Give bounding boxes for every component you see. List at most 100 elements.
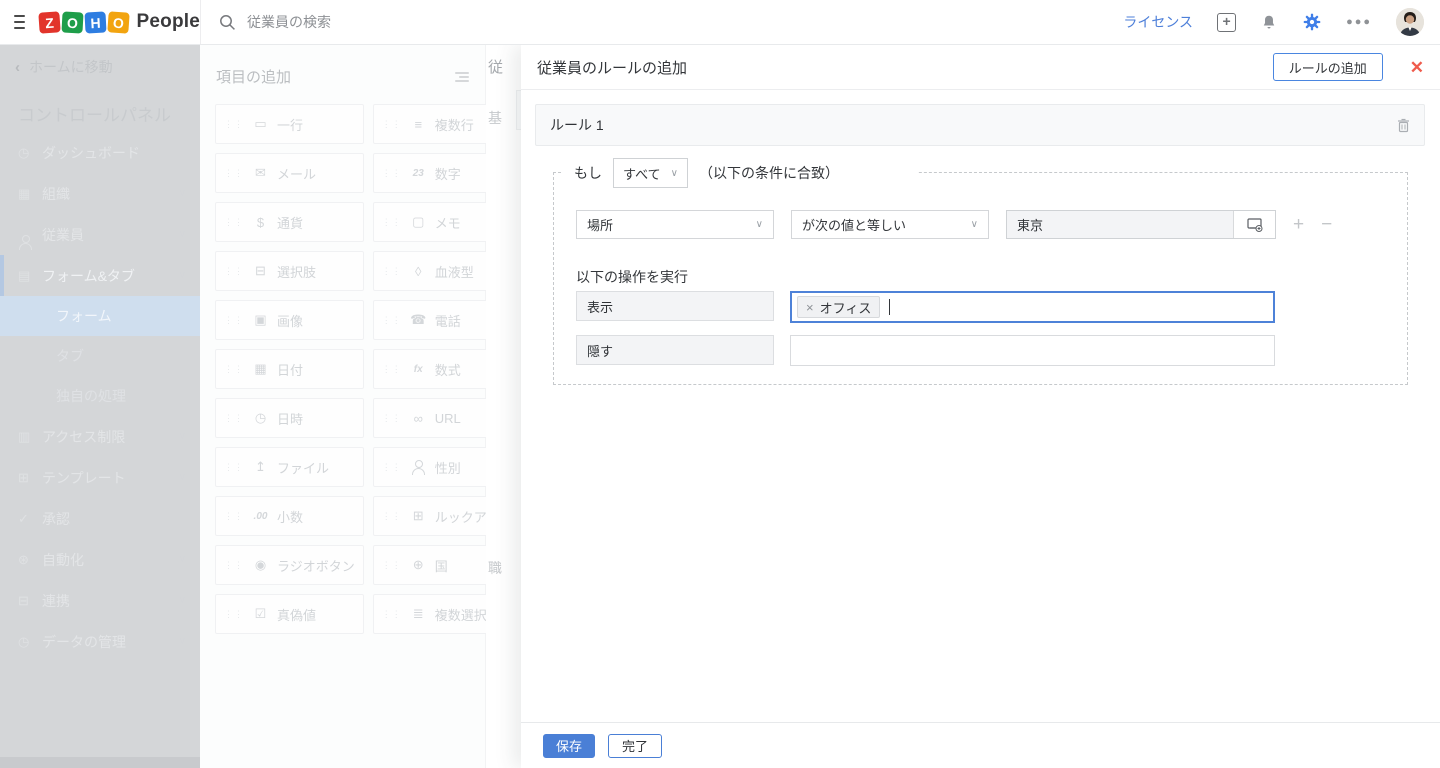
condition-value-input[interactable]: 東京 — [1007, 211, 1233, 238]
single-line-icon: ▭ — [251, 116, 270, 132]
access-control-icon: ▥ — [18, 429, 42, 445]
sidebar-subitem[interactable]: 独自の処理 — [0, 376, 200, 416]
quick-add-icon[interactable]: + — [1217, 13, 1236, 32]
sidebar-item-label: 組織 — [42, 184, 70, 204]
collapse-panel-icon[interactable] — [455, 72, 469, 82]
employee-search[interactable]: 従業員の検索 — [201, 12, 331, 32]
zoho-people-logo[interactable]: ZOHO People — [39, 11, 201, 33]
field-card-currency[interactable]: ⋮⋮$通貨 — [215, 202, 364, 242]
field-card-radio-button[interactable]: ⋮⋮◉ラジオボタン — [215, 545, 364, 585]
sidebar-item-access-control[interactable]: ▥アクセス制限∨ — [0, 416, 200, 457]
sidebar-item-label: ダッシュボード — [42, 143, 140, 163]
drag-handle-icon: ⋮⋮ — [224, 365, 244, 374]
drag-handle-icon: ⋮⋮ — [224, 218, 244, 227]
drag-handle-icon: ⋮⋮ — [224, 414, 244, 423]
action-row: 表示 ×オフィス — [576, 291, 1275, 323]
field-label: 日時 — [277, 409, 303, 428]
sidebar-nav: ◷ダッシュボード▦組織∨従業員∨▤フォーム&タブ∨フォームタブ独自の処理▥アクセ… — [0, 132, 200, 662]
logo-tile: Z — [38, 11, 60, 33]
number-icon: 23 — [409, 168, 428, 179]
topbar-left: ZOHO People — [0, 11, 200, 33]
sidebar-subitem[interactable]: タブ — [0, 336, 200, 376]
chevron-down-icon: ∨ — [756, 219, 763, 230]
more-options-icon[interactable]: ●●● — [1346, 16, 1372, 28]
field-card-image[interactable]: ⋮⋮▣画像 — [215, 300, 364, 340]
drag-handle-icon: ⋮⋮ — [382, 414, 402, 423]
add-employee-rule-modal: 従業員のルールの追加 ルールの追加 ✕ ルール 1 もし すべて ∨ （以下の条… — [521, 45, 1440, 768]
underlay-text-fragment: 基 — [488, 108, 502, 128]
phone-icon: ☎ — [409, 312, 428, 328]
search-icon — [219, 14, 236, 31]
back-to-home[interactable]: ‹ ホームに移動 — [0, 45, 200, 89]
action-fields-input[interactable]: ×オフィス — [790, 291, 1275, 323]
field-label: 画像 — [277, 311, 303, 330]
chip-remove-icon[interactable]: × — [806, 301, 814, 314]
chevron-down-icon: ∨ — [971, 219, 978, 230]
drag-handle-icon: ⋮⋮ — [224, 512, 244, 521]
add-condition-icon[interactable]: + — [1293, 215, 1304, 234]
sidebar-item-automation[interactable]: ⊛自動化∨ — [0, 539, 200, 580]
sidebar-item-approvals[interactable]: ✓承認 — [0, 498, 200, 539]
field-card-date[interactable]: ⋮⋮▦日付 — [215, 349, 364, 389]
close-icon[interactable]: ✕ — [1410, 59, 1424, 76]
remove-condition-icon[interactable]: − — [1321, 215, 1332, 234]
pick-value-button[interactable] — [1233, 211, 1275, 238]
field-card-decimal[interactable]: ⋮⋮.00小数 — [215, 496, 364, 536]
drag-handle-icon: ⋮⋮ — [382, 463, 402, 472]
user-avatar[interactable] — [1396, 8, 1424, 36]
field-label: ファイル — [277, 458, 329, 477]
topbar-right: ライセンス + ●●● — [1123, 8, 1440, 36]
done-button[interactable]: 完了 — [608, 734, 662, 758]
field-palette-panel: 項目の追加 ⋮⋮▭一行⋮⋮≡複数行⋮⋮✉メール⋮⋮23数字⋮⋮$通貨⋮⋮▢メモ⋮… — [200, 45, 486, 768]
gender-person-icon — [409, 460, 428, 474]
radio-button-icon: ◉ — [251, 557, 270, 573]
field-label: 選択肢 — [277, 262, 316, 281]
field-card-datetime[interactable]: ⋮⋮◷日時 — [215, 398, 364, 438]
sidebar-item-templates[interactable]: ⊞テンプレート∨ — [0, 457, 200, 498]
drag-handle-icon: ⋮⋮ — [382, 169, 402, 178]
action-row: 隠す — [576, 335, 1275, 366]
sidebar-item-organization[interactable]: ▦組織∨ — [0, 173, 200, 214]
email-icon: ✉ — [251, 165, 270, 181]
action-type-box[interactable]: 表示 — [576, 291, 774, 321]
sidebar-item-dashboard[interactable]: ◷ダッシュボード — [0, 132, 200, 173]
logo-product-name: People — [137, 11, 201, 33]
chevron-down-icon: ∨ — [179, 270, 186, 281]
drag-handle-icon: ⋮⋮ — [224, 561, 244, 570]
search-input[interactable]: 従業員の検索 — [247, 12, 331, 32]
back-to-home-label: ホームに移動 — [29, 57, 113, 77]
field-card-single-line[interactable]: ⋮⋮▭一行 — [215, 104, 364, 144]
sidebar-item-integrations[interactable]: ⊟連携∨ — [0, 580, 200, 621]
field-card-picklist[interactable]: ⋮⋮⊟選択肢 — [215, 251, 364, 291]
license-link[interactable]: ライセンス — [1123, 12, 1193, 32]
hamburger-menu-icon[interactable] — [14, 15, 25, 29]
sidebar-subitem[interactable]: フォーム — [0, 296, 200, 336]
field-card-boolean-checkbox[interactable]: ⋮⋮☑真偽値 — [215, 594, 364, 634]
lookup-icon: ⊞ — [409, 508, 428, 524]
action-fields-input[interactable] — [790, 335, 1275, 366]
logo-tile: O — [61, 11, 83, 33]
field-card-file-upload[interactable]: ⋮⋮↥ファイル — [215, 447, 364, 487]
rule-header-bar[interactable]: ルール 1 — [535, 104, 1425, 146]
sidebar-bottom-scrollbar[interactable] — [0, 757, 200, 768]
settings-gear-icon[interactable] — [1302, 12, 1322, 32]
delete-rule-trash-icon[interactable] — [1397, 118, 1410, 133]
match-type-select[interactable]: すべて ∨ — [613, 158, 688, 188]
sidebar-item-employees[interactable]: 従業員∨ — [0, 214, 200, 255]
modal-title: 従業員のルールの追加 — [537, 57, 687, 78]
field-label: メール — [277, 164, 316, 183]
field-label: 通貨 — [277, 213, 303, 232]
field-card-email[interactable]: ⋮⋮✉メール — [215, 153, 364, 193]
condition-operator-select[interactable]: が次の値と等しい ∨ — [791, 210, 989, 239]
text-cursor — [889, 299, 890, 315]
drag-handle-icon: ⋮⋮ — [382, 120, 402, 129]
notifications-bell-icon[interactable] — [1260, 13, 1278, 32]
save-button[interactable]: 保存 — [543, 734, 595, 758]
palette-grid: ⋮⋮▭一行⋮⋮≡複数行⋮⋮✉メール⋮⋮23数字⋮⋮$通貨⋮⋮▢メモ⋮⋮⊟選択肢⋮… — [200, 104, 485, 634]
sidebar-item-data-management[interactable]: ◷データの管理∨ — [0, 621, 200, 662]
field-label: 真偽値 — [277, 605, 316, 624]
sidebar-item-forms-tabs[interactable]: ▤フォーム&タブ∨ — [0, 255, 200, 296]
condition-field-select[interactable]: 場所 ∨ — [576, 210, 774, 239]
add-rule-button[interactable]: ルールの追加 — [1273, 53, 1383, 81]
action-type-box[interactable]: 隠す — [576, 335, 774, 365]
